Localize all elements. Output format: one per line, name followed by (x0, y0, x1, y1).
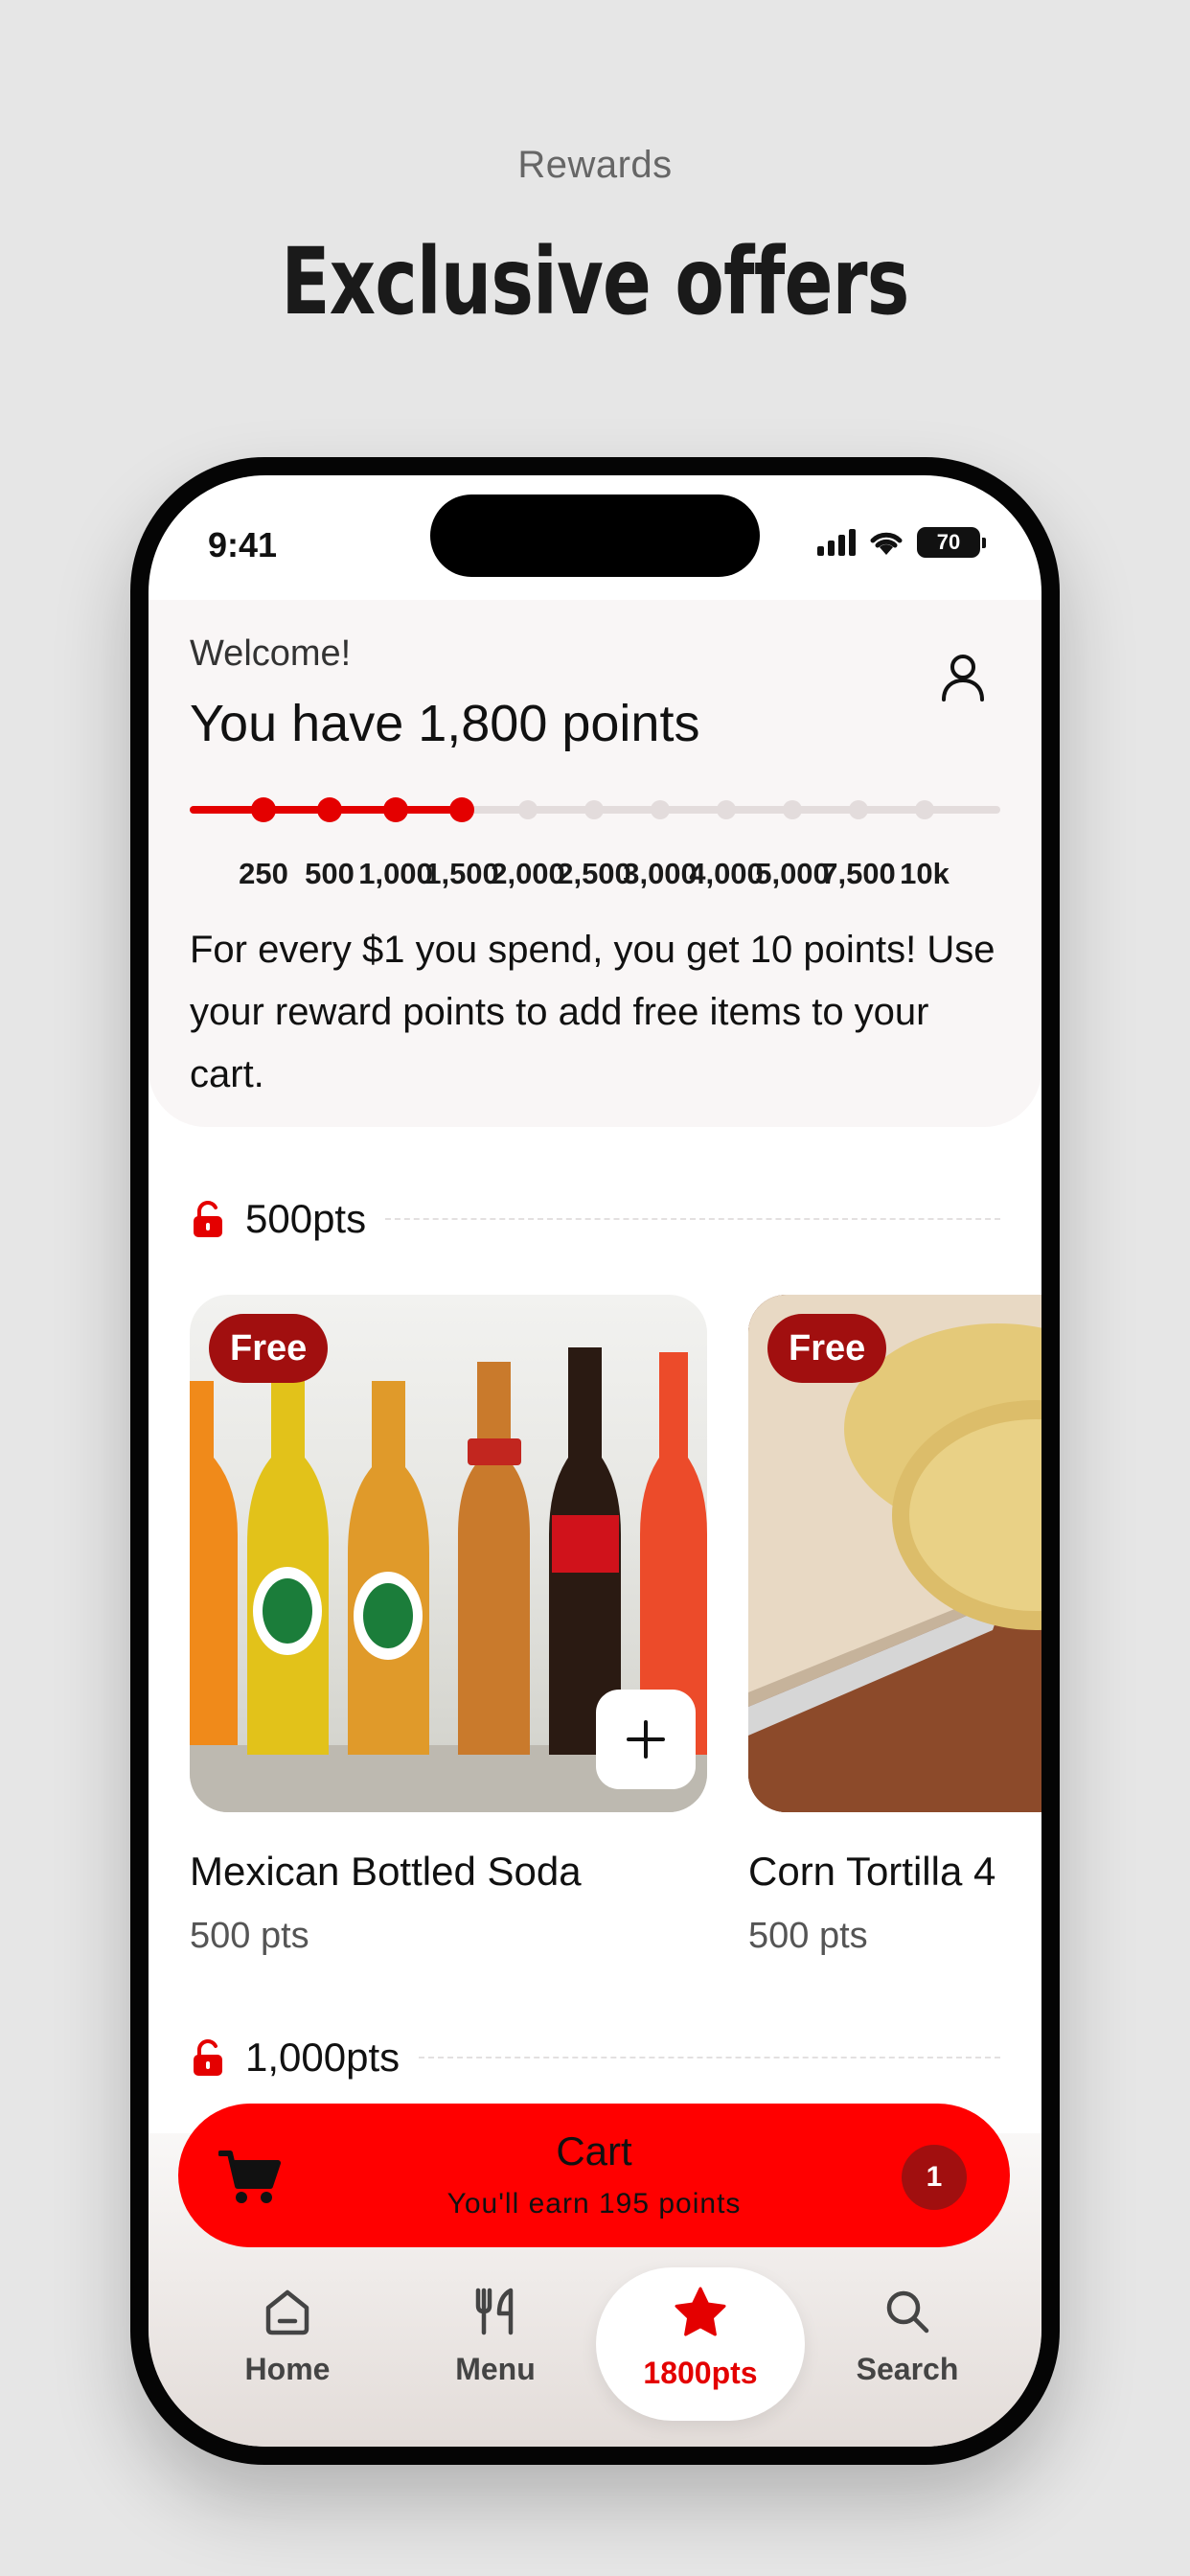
progress-milestone-dot (783, 800, 802, 819)
tab-rewards[interactable]: 1800pts (596, 2267, 805, 2421)
progress-milestone-label: 2,000 (491, 857, 565, 890)
progress-milestone-label: 250 (239, 857, 288, 890)
progress-milestone-dot (651, 800, 670, 819)
section-divider (419, 2057, 1000, 2058)
status-icons: 70 (817, 527, 986, 558)
person-icon[interactable] (934, 648, 992, 705)
progress-milestone-label: 4,000 (689, 857, 764, 890)
cart-earn-points: You'll earn 195 points (446, 2188, 742, 2220)
section-header-1000: 1,000pts (190, 2035, 1000, 2081)
battery-icon: 70 (917, 527, 986, 558)
progress-milestone-label: 7,500 (821, 857, 896, 890)
product-card[interactable]: Free Mexican Bottled Soda 500 pts (190, 1295, 707, 1957)
progress-milestone-dot (317, 797, 342, 822)
progress-milestone-label: 3,000 (623, 857, 698, 890)
progress-milestone-dot (717, 800, 736, 819)
search-icon (886, 2290, 929, 2334)
product-name: Corn Tortilla 4 (748, 1849, 996, 1894)
progress-milestone-dot (915, 800, 934, 819)
progress-milestone-dot (518, 800, 538, 819)
unlock-icon (194, 1201, 222, 1237)
add-to-cart-button[interactable] (596, 1690, 696, 1789)
product-card[interactable]: Free Corn Tortilla 4 500 pts (748, 1295, 1041, 1957)
tab-label: Home (244, 2352, 331, 2386)
star-icon (675, 2287, 726, 2336)
tab-search[interactable]: Search (812, 2267, 1003, 2430)
progress-milestone-dot (849, 800, 868, 819)
free-badge: Free (767, 1314, 887, 1383)
plus-icon (627, 1720, 665, 1759)
progress-milestone-label: 2,500 (557, 857, 631, 890)
section-header-500: 500pts (190, 1196, 1000, 1242)
welcome-text: Welcome! (190, 633, 352, 674)
points-heading: You have 1,800 points (190, 695, 700, 752)
tab-bar: Home Menu 1800pts Search (149, 2267, 1041, 2430)
dynamic-island (430, 494, 760, 577)
progress-milestone-label: 1,500 (424, 857, 499, 890)
app-screen: 9:41 70 Welcome! You have 1,800 points 2… (149, 475, 1041, 2447)
status-time: 9:41 (208, 525, 278, 564)
cart-count-badge: 1 (902, 2145, 967, 2210)
tab-label: Menu (455, 2352, 536, 2386)
section-label: 1,000pts (245, 2035, 400, 2080)
product-name: Mexican Bottled Soda (190, 1849, 582, 1894)
section-label: 500pts (245, 1196, 367, 1241)
progress-milestone-label: 5,000 (755, 857, 830, 890)
progress-milestone-label: 1,000 (358, 857, 433, 890)
progress-milestone-dot (251, 797, 276, 822)
progress-milestone-label: 10k (900, 857, 950, 890)
section-divider (385, 1218, 1000, 1220)
tab-label: Search (856, 2352, 959, 2386)
promo-title: Exclusive offers (281, 228, 909, 335)
home-icon (265, 2289, 309, 2335)
progress-milestone-dot (383, 797, 408, 822)
unlock-icon (194, 2039, 222, 2076)
free-badge: Free (209, 1314, 329, 1383)
product-points: 500 pts (190, 1916, 309, 1956)
points-info-text: For every $1 you spend, you get 10 point… (190, 929, 995, 1095)
wifi-icon (870, 532, 903, 555)
cart-button[interactable]: Cart You'll earn 195 points 1 (178, 2104, 1010, 2247)
product-image[interactable]: Free (190, 1295, 707, 1812)
progress-milestone-dot (584, 800, 604, 819)
promo-eyebrow: Rewards (517, 144, 673, 186)
product-points: 500 pts (748, 1916, 868, 1956)
cart-title: Cart (556, 2128, 632, 2174)
tab-home[interactable]: Home (192, 2267, 383, 2430)
product-image[interactable]: Free (748, 1295, 1041, 1812)
progress-milestone-dot (449, 797, 474, 822)
cellular-signal-icon (817, 529, 856, 556)
tab-menu[interactable]: Menu (400, 2267, 591, 2430)
progress-milestone-label: 500 (305, 857, 355, 890)
utensils-icon (475, 2288, 514, 2335)
tab-label: 1800pts (643, 2356, 758, 2390)
